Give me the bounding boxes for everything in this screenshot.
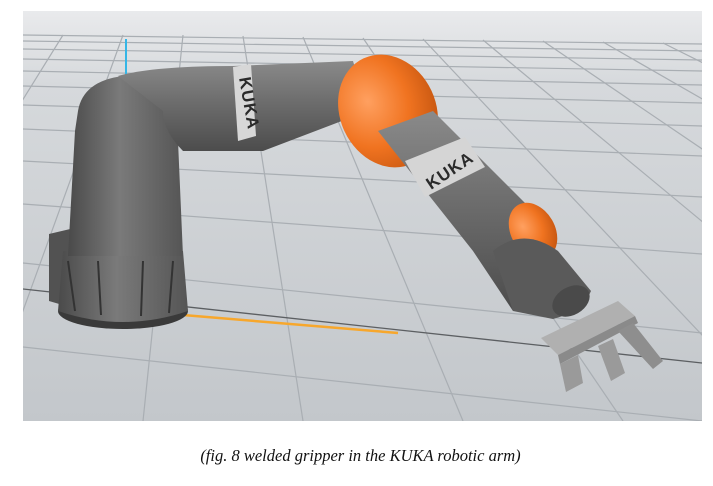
figure-caption: (fig. 8 welded gripper in the KUKA robot… — [200, 446, 521, 465]
robot-arm-figure: KUKA KUKA — [23, 11, 702, 421]
simulation-viewport: KUKA KUKA — [23, 11, 702, 421]
